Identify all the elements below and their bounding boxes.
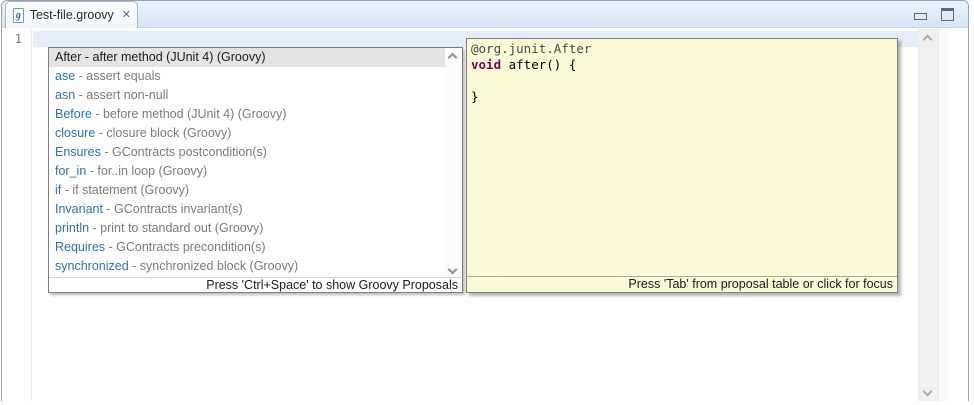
code-token: void	[471, 57, 501, 72]
proposal-scrollbar[interactable]	[445, 48, 462, 278]
list-item[interactable]: Invariant - GContracts invariant(s)	[49, 200, 462, 219]
proposal-name: Before	[55, 107, 92, 121]
editor-vertical-scrollbar[interactable]	[918, 29, 938, 401]
template-preview-pane[interactable]: @org.junit.Aftervoid after() {} Press 'T…	[466, 38, 898, 293]
scroll-up-icon[interactable]	[923, 35, 933, 45]
preview-footer-hint: Press 'Tab' from proposal table or click…	[467, 276, 897, 292]
line-number-ruler: 1	[2, 29, 32, 401]
proposal-description: - after method (JUnit 4) (Groovy)	[81, 50, 265, 64]
maximize-icon[interactable]	[941, 8, 954, 21]
list-item[interactable]: asn - assert non-null	[49, 86, 462, 105]
proposal-description: - GContracts precondition(s)	[105, 240, 265, 254]
scroll-up-icon[interactable]	[448, 53, 458, 63]
list-item[interactable]: After - after method (JUnit 4) (Groovy)	[49, 48, 462, 67]
groovy-file-icon: g	[13, 8, 24, 23]
proposal-description: - assert equals	[75, 69, 160, 83]
scroll-down-icon[interactable]	[448, 265, 458, 275]
proposal-name: Ensures	[55, 145, 101, 159]
code-token: }	[471, 89, 479, 104]
proposal-name: asn	[55, 88, 75, 102]
proposal-description: - before method (JUnit 4) (Groovy)	[92, 107, 287, 121]
list-item[interactable]: Before - before method (JUnit 4) (Groovy…	[49, 105, 462, 124]
proposal-description: - closure block (Groovy)	[95, 126, 231, 140]
proposal-name: After	[55, 50, 81, 64]
code-token: @org.junit.After	[471, 41, 591, 56]
proposal-name: Requires	[55, 240, 105, 254]
proposal-name: synchronized	[55, 259, 129, 273]
code-line: @org.junit.After	[471, 41, 893, 57]
proposal-name: closure	[55, 126, 95, 140]
tab-test-file-groovy[interactable]: g Test-file.groovy ✕	[5, 1, 138, 28]
code-token: after() {	[501, 57, 576, 72]
code-line: void after() {	[471, 57, 893, 73]
code-line	[471, 73, 893, 89]
overview-ruler	[938, 29, 948, 401]
view-toolbar	[914, 7, 954, 22]
close-icon[interactable]: ✕	[122, 10, 131, 21]
editor-tab-strip: g Test-file.groovy ✕	[2, 1, 968, 28]
proposal-description: - synchronized block (Groovy)	[129, 259, 299, 273]
proposal-name: for_in	[55, 164, 86, 178]
list-item[interactable]: Ensures - GContracts postcondition(s)	[49, 143, 462, 162]
preview-code: @org.junit.Aftervoid after() {}	[467, 39, 897, 276]
workbench: g Test-file.groovy ✕ 1 After - after met…	[0, 0, 974, 405]
proposal-description: - GContracts invariant(s)	[103, 202, 243, 216]
list-item[interactable]: if - if statement (Groovy)	[49, 181, 462, 200]
list-item[interactable]: println - print to standard out (Groovy)	[49, 219, 462, 238]
code-line: }	[471, 89, 893, 105]
proposal-description: - assert non-null	[75, 88, 168, 102]
line-number: 1	[15, 32, 22, 46]
proposal-description: - GContracts postcondition(s)	[101, 145, 267, 159]
proposal-description: - if statement (Groovy)	[61, 183, 189, 197]
proposal-name: ase	[55, 69, 75, 83]
list-item[interactable]: for_in - for..in loop (Groovy)	[49, 162, 462, 181]
proposal-description: - print to standard out (Groovy)	[89, 221, 263, 235]
list-item[interactable]: Requires - GContracts precondition(s)	[49, 238, 462, 257]
proposal-description: - for..in loop (Groovy)	[86, 164, 207, 178]
minimize-icon[interactable]	[914, 13, 927, 20]
proposal-name: Invariant	[55, 202, 103, 216]
content-assist-popup: After - after method (JUnit 4) (Groovy)a…	[48, 47, 463, 293]
proposal-footer-hint: Press 'Ctrl+Space' to show Groovy Propos…	[49, 277, 462, 292]
proposal-list[interactable]: After - after method (JUnit 4) (Groovy)a…	[49, 48, 462, 278]
tab-title: Test-file.groovy	[30, 8, 114, 22]
list-item[interactable]: closure - closure block (Groovy)	[49, 124, 462, 143]
list-item[interactable]: synchronized - synchronized block (Groov…	[49, 257, 462, 276]
proposal-name: println	[55, 221, 89, 235]
scroll-down-icon[interactable]	[923, 387, 933, 397]
list-item[interactable]: ase - assert equals	[49, 67, 462, 86]
